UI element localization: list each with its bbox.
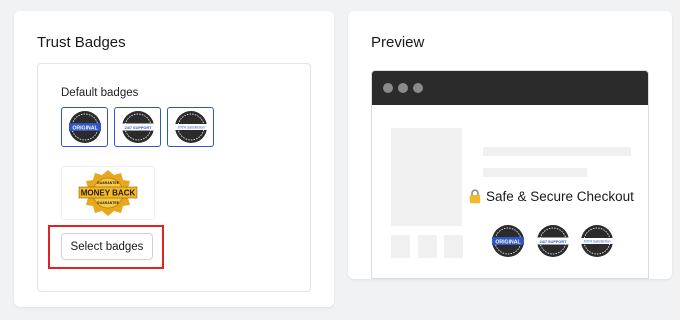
window-dot bbox=[398, 83, 408, 93]
preview-satisfaction-badge-icon: 100% Satisfaction bbox=[581, 225, 613, 257]
badge-support-text: 24/7 SUPPORT bbox=[124, 126, 151, 130]
support-badge-icon: 24/7 SUPPORT bbox=[121, 111, 154, 143]
money-back-badge-icon: MONEY BACK GUARANTEE GUARANTEE bbox=[78, 170, 138, 216]
badge-option-money-back[interactable]: MONEY BACK GUARANTEE GUARANTEE bbox=[61, 166, 155, 220]
product-image-placeholder bbox=[391, 128, 462, 226]
preview-support-text: 24/7 SUPPORT bbox=[540, 240, 567, 244]
satisfaction-badge-icon: 100% Satisfaction bbox=[174, 111, 207, 143]
badge-selection-box: Default badges ORIGINAL 24/7 SUPPORT 100… bbox=[37, 63, 311, 292]
badge-satisfaction-text: 100% Satisfaction bbox=[177, 126, 204, 130]
thumbnail-placeholder bbox=[391, 235, 410, 258]
money-back-ribbon-bottom: GUARANTEE bbox=[97, 201, 120, 205]
preview-original-badge-icon: ORIGINAL bbox=[492, 225, 524, 257]
badge-original-text: ORIGINAL bbox=[72, 125, 98, 131]
browser-mockup: Safe & Secure Checkout ORIGINAL 24/7 SUP… bbox=[371, 70, 649, 279]
lock-icon bbox=[469, 189, 481, 204]
preview-support-badge-icon: 24/7 SUPPORT bbox=[537, 225, 569, 257]
thumbnail-placeholder bbox=[444, 235, 463, 258]
badge-option-support[interactable]: 24/7 SUPPORT bbox=[114, 107, 161, 147]
text-line-placeholder bbox=[483, 147, 631, 156]
preview-satisfaction-text: 100% Satisfaction bbox=[583, 240, 610, 244]
default-badges-label: Default badges bbox=[61, 87, 139, 99]
secure-checkout-text: Safe & Secure Checkout bbox=[486, 189, 634, 204]
badge-option-satisfaction[interactable]: 100% Satisfaction bbox=[167, 107, 214, 147]
thumbnail-placeholder bbox=[418, 235, 437, 258]
badge-option-original[interactable]: ORIGINAL bbox=[61, 107, 108, 147]
money-back-text: MONEY BACK bbox=[81, 189, 136, 198]
secure-checkout-row: Safe & Secure Checkout bbox=[469, 189, 634, 204]
select-badges-button[interactable]: Select badges bbox=[61, 233, 153, 260]
window-dot bbox=[383, 83, 393, 93]
browser-title-bar bbox=[372, 71, 648, 105]
preview-title: Preview bbox=[371, 34, 425, 51]
window-dot bbox=[413, 83, 423, 93]
trust-badges-card: Trust Badges Default badges ORIGINAL 24/… bbox=[14, 11, 334, 307]
text-line-placeholder bbox=[483, 168, 587, 177]
preview-card: Preview Safe & Secure Checkout ORIGINAL bbox=[348, 11, 672, 279]
trust-badges-title: Trust Badges bbox=[37, 34, 126, 51]
money-back-ribbon-top: GUARANTEE bbox=[97, 181, 120, 185]
original-badge-icon: ORIGINAL bbox=[68, 111, 101, 143]
preview-original-text: ORIGINAL bbox=[495, 239, 521, 245]
